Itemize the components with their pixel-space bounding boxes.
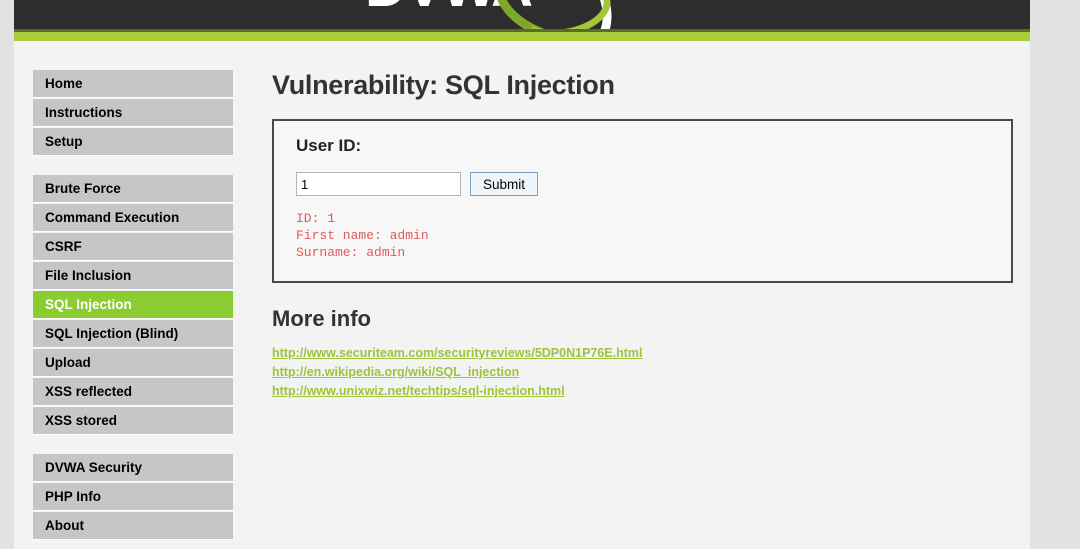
sidebar-item-csrf[interactable]: CSRF — [33, 233, 233, 261]
sidebar-item-upload[interactable]: Upload — [33, 349, 233, 377]
sidebar-item-php-info[interactable]: PHP Info — [33, 483, 233, 511]
sidebar-group-2: DVWA Security PHP Info About — [33, 454, 233, 540]
sidebar-item-home[interactable]: Home — [33, 70, 233, 98]
page-title: Vulnerability: SQL Injection — [272, 70, 615, 100]
sidebar-item-setup[interactable]: Setup — [33, 128, 233, 156]
more-info-links: http://www.securiteam.com/securityreview… — [272, 344, 1020, 401]
sidebar-item-about[interactable]: About — [33, 512, 233, 540]
vulnerability-form-box: User ID: Submit ID: 1 First name: admin … — [272, 119, 1013, 283]
sidebar-item-xss-reflected[interactable]: XSS reflected — [33, 378, 233, 406]
sidebar-group-1: Brute Force Command Execution CSRF File Inc… — [33, 175, 233, 435]
more-info-link-1[interactable]: http://www.securiteam.com/securityreview… — [272, 344, 1020, 363]
sidebar-group-0: Home Instructions Setup — [33, 70, 233, 156]
sidebar-item-brute-force[interactable]: Brute Force — [33, 175, 233, 203]
sidebar-item-command-execution[interactable]: Command Execution — [33, 204, 233, 232]
main-content: Vulnerability: SQL Injection User ID: Su… — [272, 70, 1020, 401]
sidebar-nav: Home Instructions Setup Brute Force Command … — [33, 70, 233, 541]
more-info-link-2[interactable]: http://en.wikipedia.org/wiki/SQL_injecti… — [272, 363, 1020, 382]
sidebar-item-file-inclusion[interactable]: File Inclusion — [33, 262, 233, 290]
submit-button[interactable]: Submit — [470, 172, 538, 196]
more-info-heading: More info — [272, 306, 371, 331]
sidebar-item-xss-stored[interactable]: XSS stored — [33, 407, 233, 435]
site-container: DVWA HomeInstructionsSetup Brute ForceCom… — [14, 0, 1030, 549]
sidebar-item-sql-injection[interactable]: SQL Injection — [33, 291, 233, 319]
sidebar-item-instructions[interactable]: Instructions — [33, 99, 233, 127]
dvwa-logo[interactable]: DVWA — [357, 0, 687, 29]
user-id-label: User ID: — [296, 136, 362, 155]
query-result-text: ID: 1 First name: admin Surname: admin — [296, 211, 429, 260]
body-area: Home Instructions Setup Brute Force Command … — [14, 41, 1030, 549]
site-header: DVWA — [14, 0, 1030, 29]
user-id-input[interactable] — [296, 172, 461, 196]
sidebar-item-sql-injection-blind[interactable]: SQL Injection (Blind) — [33, 320, 233, 348]
user-id-form-row: Submit — [296, 172, 989, 196]
accent-bar-green — [14, 32, 1030, 41]
sidebar-item-dvwa-security[interactable]: DVWA Security — [33, 454, 233, 482]
page-root: DVWA HomeInstructionsSetup Brute ForceCom… — [0, 0, 1080, 549]
more-info-link-3[interactable]: http://www.unixwiz.net/techtips/sql-inje… — [272, 382, 1020, 401]
